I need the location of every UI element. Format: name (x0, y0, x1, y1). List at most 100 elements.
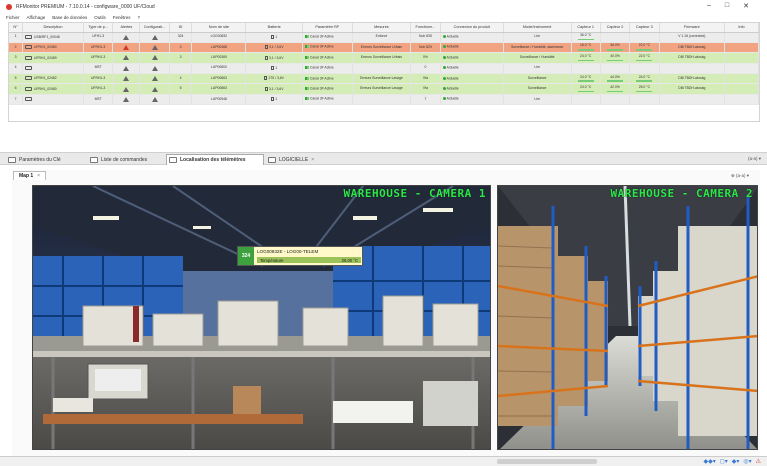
camera-1-view[interactable]: WAREHOUSE - CAMERA 1 (32, 185, 491, 450)
col-header[interactable]: Nom de site (191, 23, 247, 33)
menu-view[interactable]: Affichage (27, 15, 46, 20)
cell-alert (112, 32, 141, 43)
config-icon[interactable] (151, 86, 158, 92)
col-header[interactable]: Connexion du produit (440, 23, 504, 33)
table-row[interactable]: 1 USB/RF1_00048 UFH1-3 324 LOG00832 1 Canal 3F… (9, 32, 759, 43)
tab-location[interactable]: Localisation des télémètres (166, 154, 264, 165)
cell-function-text: Noir 825 (419, 44, 432, 49)
warning-icon[interactable] (123, 34, 130, 40)
cell-type-text: UFH1-3 (92, 34, 105, 39)
close-map-icon[interactable]: × (37, 173, 40, 179)
batt-icon (264, 86, 268, 91)
menu-file[interactable]: Fichier (6, 15, 20, 20)
warning-icon[interactable] (123, 55, 130, 61)
sync-icon[interactable]: ◆▾ (732, 458, 740, 465)
tab-key-params[interactable]: Paramètres du Clé (8, 154, 86, 165)
cell-sensor-text: 36.0% (610, 43, 620, 48)
maximize-button[interactable]: □ (725, 2, 729, 10)
table-row[interactable]: 7 MST LUP00948 1 Canal 3F Active 7 Actuelle Lir… (9, 94, 759, 106)
cell-firmware: DBl TBDH-aboutg (659, 83, 726, 95)
config-icon[interactable] (151, 34, 158, 40)
cell-sensor (571, 94, 601, 106)
horizontal-scrollbar[interactable] (497, 459, 597, 464)
col-header[interactable]: Firmware (659, 23, 726, 33)
cell-connection-text: Actuelle (446, 86, 459, 91)
tab-map-1[interactable]: Map 1 × (13, 171, 47, 180)
cell-id: 324 (169, 32, 193, 43)
network-icon[interactable]: ◆◆▾ (703, 458, 715, 465)
cell-config (139, 63, 170, 75)
col-header[interactable]: Batterie (245, 23, 303, 33)
table-row[interactable]: 5 UFRH1_02482 UFRH1-3 4 LUP00863 275 / 3,6V Ca… (9, 73, 759, 85)
col-header[interactable]: Type de p... (83, 23, 114, 33)
camera-2-label: WAREHOUSE - CAMERA 2 (610, 187, 753, 200)
cell-sensor: 25.0 °C (629, 83, 660, 95)
tabbar-menu[interactable]: (a-a) ▾ (748, 156, 761, 162)
cell-measures: Erreurs Surveillance Lavage (352, 73, 412, 85)
menu-help[interactable]: ? (138, 15, 141, 20)
col-header[interactable]: Configurati... (139, 23, 170, 33)
col-header[interactable]: Capteur 1 (571, 23, 601, 33)
table-row[interactable]: 6 UFRH1_02480 UFRH1-3 5 LUP00863 3,1 / 3,6V Ca… (9, 83, 759, 95)
cell-firmware: DBl TBDH-aboutg (659, 52, 726, 64)
config-icon[interactable] (151, 65, 158, 71)
cell-mode-text: Surveillance / Humidité, alarmance (510, 44, 564, 49)
cell-id-text: 3 (179, 44, 182, 49)
tab-label: Localisation des télémètres (180, 157, 246, 163)
table-row[interactable]: 4 MST LUP00800 1 Canal 3F Active 0 Actuelle Lir… (9, 63, 759, 75)
table-header-row: N° Description Type de p... Alertes Conf… (9, 23, 759, 33)
cell-measures-text: Erreurs Surveillance Urbain (360, 44, 403, 49)
close-tab-icon[interactable]: × (311, 157, 314, 163)
cell-num-text: 4 (14, 65, 17, 70)
cell-measures: Enforcé (352, 32, 412, 43)
col-header[interactable]: Fonctionn... (410, 23, 441, 33)
cell-function-text: Vfa (422, 75, 428, 80)
col-header[interactable]: Alertes (112, 23, 141, 33)
menu-tools[interactable]: Outils (94, 15, 106, 20)
alert-icon[interactable]: ⚠ (756, 458, 761, 465)
col-header[interactable]: N° (9, 23, 24, 33)
config-icon[interactable] (151, 76, 158, 82)
warning-icon[interactable] (123, 86, 130, 92)
table-row[interactable]: 3 UFRH1_02469 UFRH1-3 3 LUP00369 3,1 / 3,6V Ca… (9, 52, 759, 64)
col-header[interactable]: Capteur 3 (629, 23, 660, 33)
warning-icon[interactable] (123, 65, 130, 71)
settings-icon[interactable]: ◎▾ (743, 458, 751, 465)
col-header[interactable]: Info (724, 23, 759, 33)
col-header[interactable]: Capteur 2 (600, 23, 631, 33)
cell-description: USB/RF1_00048 (22, 32, 84, 43)
config-icon[interactable] (151, 55, 158, 61)
cell-function: Noir 835 (410, 32, 441, 43)
col-header[interactable]: Paramètre RF (302, 23, 353, 33)
map-zoom-control[interactable]: ⊕ (a-a) ▾ (731, 173, 749, 179)
camera-2-view[interactable]: WAREHOUSE - CAMERA 2 (497, 185, 758, 450)
warning-icon[interactable] (123, 76, 130, 82)
cell-measures-text: Erreurs Surveillance Urbain (360, 55, 403, 60)
warning-icon[interactable] (123, 44, 130, 50)
status-icons: ◆◆▾ ◻▾ ◆▾ ◎▾ ⚠ (703, 458, 761, 465)
col-header[interactable]: Mesures (352, 23, 412, 33)
window-icon[interactable]: ◻▾ (720, 458, 728, 465)
col-header[interactable]: Description (22, 23, 84, 33)
cell-firmware-text: DBl TBDH-aboutg (678, 75, 706, 80)
config-icon[interactable] (151, 44, 158, 50)
warning-icon[interactable] (123, 96, 130, 102)
dot-icon (442, 55, 446, 59)
config-icon[interactable] (151, 96, 158, 102)
menu-database[interactable]: Base de données (52, 15, 87, 20)
cell-measures (352, 63, 412, 75)
tab-command-list[interactable]: Liste de commandes (90, 154, 164, 165)
tab-software[interactable]: LOGICIELLE × (268, 154, 340, 165)
minimize-button[interactable]: – (707, 2, 711, 10)
software-icon (268, 156, 276, 163)
col-header[interactable]: ID (169, 23, 193, 33)
cell-sensor-text: 24.0 °C (580, 53, 592, 58)
cell-id (169, 94, 193, 106)
table-row[interactable]: 2 UFRH1_02460 UFRH1-3 3 LUP00368 3,1 / 3,6V Ca… (9, 42, 759, 54)
col-header[interactable]: Mode/Instrument (503, 23, 572, 33)
sensor-tag-popup[interactable]: 324 LOG00832E - LOG00-TELEM Température … (237, 246, 363, 266)
close-button[interactable]: ✕ (743, 2, 749, 10)
cell-site: LUP00369 (191, 52, 247, 64)
menu-windows[interactable]: Fenêtres (113, 15, 131, 20)
sensor-level-bar (577, 80, 594, 82)
